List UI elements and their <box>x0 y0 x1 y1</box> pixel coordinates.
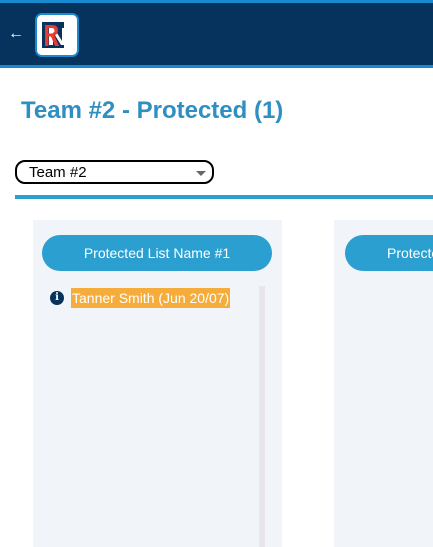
page-title: Team #2 - Protected (1) <box>21 97 284 124</box>
list-scrollbar[interactable] <box>259 286 265 547</box>
chevron-down-icon <box>196 171 206 176</box>
bn-logo-icon <box>37 15 77 55</box>
app-logo[interactable] <box>35 13 79 57</box>
app-header: ← <box>0 0 433 68</box>
info-icon[interactable]: i <box>50 291 64 305</box>
player-label[interactable]: Tanner Smith (Jun 20/07) <box>71 288 231 308</box>
protected-list-panel: Protected List Name #1 i Tanner Smith (J… <box>33 220 282 547</box>
protected-lists-page: ← Team #2 - Protected (1) Team #2 Protec… <box>0 0 433 547</box>
protected-list-name-button[interactable]: Protecte <box>345 235 433 271</box>
arrow-left-icon[interactable]: ← <box>6 23 26 45</box>
section-divider <box>15 195 433 199</box>
team-select[interactable]: Team #2 <box>15 160 214 184</box>
team-select-value: Team #2 <box>29 164 87 181</box>
protected-list-panel: Protecte <box>334 220 433 547</box>
protected-list-name-button[interactable]: Protected List Name #1 <box>42 235 272 271</box>
